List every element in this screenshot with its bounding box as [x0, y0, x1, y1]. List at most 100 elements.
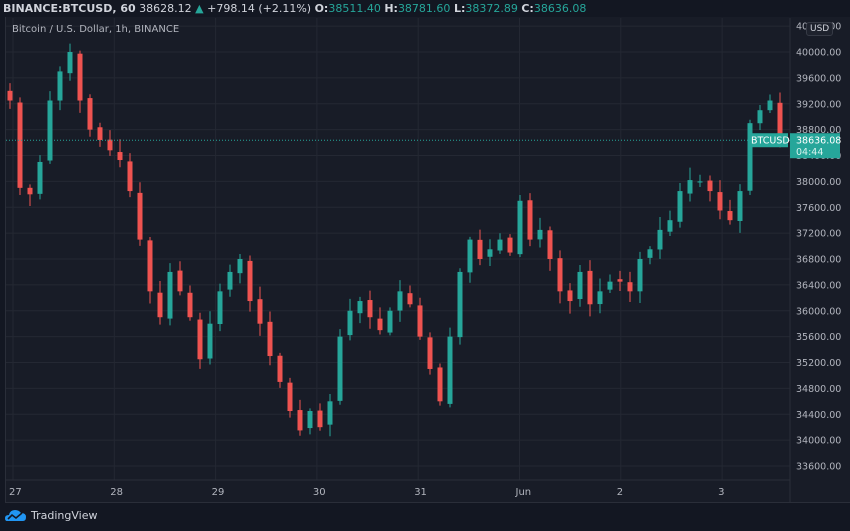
candle [427, 332, 433, 375]
candle [237, 253, 243, 284]
candle-body [427, 337, 433, 369]
candle [567, 283, 573, 314]
candle-body [707, 180, 713, 192]
candle [447, 327, 453, 408]
candle [727, 199, 733, 225]
candle-body [267, 321, 273, 357]
candle-body [697, 181, 703, 183]
candle [747, 119, 753, 195]
candle [647, 246, 653, 265]
y-tick-label: 35200.00 [796, 358, 841, 369]
candle-body [557, 258, 563, 292]
candle [7, 83, 13, 109]
candle-body [717, 192, 723, 211]
candle-body [547, 230, 553, 259]
candle [227, 264, 233, 297]
current-price-label: 38636.08 [796, 136, 841, 147]
candle-body [97, 127, 103, 140]
y-tick-label: 39200.00 [796, 99, 841, 110]
candle [127, 153, 133, 198]
candle [547, 226, 553, 271]
candle [637, 251, 643, 304]
candle [217, 283, 223, 332]
candle-body [277, 355, 283, 382]
y-tick-label: 35600.00 [796, 332, 841, 343]
candle [617, 270, 623, 291]
y-tick-label: 34400.00 [796, 410, 841, 421]
candle-body [477, 239, 483, 259]
y-tick-label: 37600.00 [796, 203, 841, 214]
candle [177, 261, 183, 296]
tradingview-cloud-icon [5, 510, 26, 521]
candle [187, 285, 193, 321]
candle-body [457, 271, 463, 338]
candle-body [437, 367, 443, 402]
candle [687, 167, 693, 202]
candle [17, 97, 23, 196]
candle-body [257, 299, 263, 324]
candle [487, 239, 493, 266]
x-tick-label: 31 [414, 487, 427, 498]
candle [117, 139, 123, 168]
candle [357, 296, 363, 324]
candle-body [57, 71, 63, 101]
candle [587, 260, 593, 317]
candle [737, 184, 743, 233]
candle-body [77, 53, 83, 101]
candle-body [527, 200, 533, 240]
candle-body [137, 192, 143, 240]
candle [597, 278, 603, 314]
candle-body [157, 292, 163, 318]
tradingview-logo[interactable]: TradingView [5, 508, 97, 522]
candle [67, 43, 73, 81]
candle-body [407, 293, 413, 305]
candle-body [397, 291, 403, 311]
candle [47, 91, 53, 164]
candle [767, 94, 773, 114]
candle [537, 217, 543, 248]
candle [257, 286, 263, 336]
candle-body [177, 270, 183, 292]
y-tick-label: 37200.00 [796, 229, 841, 240]
candle [27, 184, 33, 206]
x-tick-label: 30 [313, 487, 326, 498]
candle [497, 233, 503, 254]
candle [267, 311, 273, 366]
candle-body [507, 237, 513, 253]
candle-body [487, 249, 493, 257]
candle [347, 298, 353, 341]
x-tick-label: 2 [617, 487, 623, 498]
candle [577, 265, 583, 307]
candle-body [337, 336, 343, 401]
brand-name: TradingView [31, 508, 98, 522]
candle [167, 263, 173, 326]
candle [377, 307, 383, 335]
candle-body [227, 271, 233, 290]
candle [207, 311, 213, 365]
candle-body [587, 270, 593, 305]
candle-body [577, 271, 583, 300]
symbol-badge-label: BTCUSD [751, 136, 790, 147]
candle [707, 175, 713, 202]
candle [367, 290, 373, 329]
candle [297, 399, 303, 436]
candle-body [617, 279, 623, 282]
price-chart[interactable]: 40400.0040000.0039600.0039200.0038800.00… [0, 0, 850, 531]
candle-body [127, 161, 133, 192]
y-tick-label: 40000.00 [796, 48, 841, 59]
candle-body [387, 310, 393, 333]
candle [327, 394, 333, 437]
chart-subtitle: Bitcoin / U.S. Dollar, 1h, BINANCE [12, 24, 180, 35]
candle-body [197, 319, 203, 360]
candle-body [657, 229, 663, 250]
candle [157, 280, 163, 325]
candle-body [447, 336, 453, 404]
x-tick-label: 27 [9, 487, 22, 498]
candle [387, 307, 393, 336]
candle [677, 183, 683, 228]
y-tick-label: 34800.00 [796, 384, 841, 395]
candle [137, 182, 143, 246]
y-tick-label: 36000.00 [796, 306, 841, 317]
currency-button[interactable]: USD [806, 22, 834, 36]
y-tick-label: 33600.00 [796, 462, 841, 473]
